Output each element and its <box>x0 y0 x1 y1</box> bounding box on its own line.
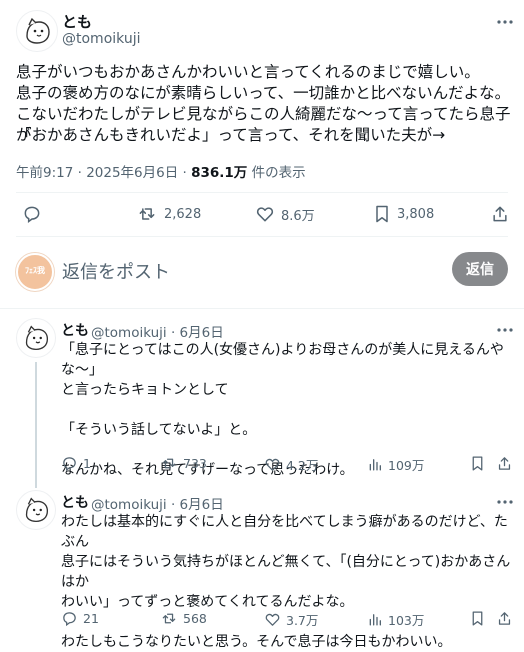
bookmark-button[interactable] <box>470 610 485 627</box>
bookmark-button[interactable] <box>470 455 485 472</box>
reply-author-handle[interactable]: @tomoikuji · 6月6日 <box>91 321 224 341</box>
reply-count: 1 <box>83 456 91 471</box>
heart-icon <box>265 458 280 471</box>
avatar[interactable] <box>16 318 56 358</box>
dog-avatar-icon <box>25 325 49 351</box>
views-button[interactable]: 103万 <box>367 610 424 629</box>
post-text-line-4: 「おかあさんもきれいだよ」って言って、それを聞いた夫が→ <box>16 126 446 144</box>
like-button[interactable]: 8.6万 <box>255 204 315 224</box>
repost-icon <box>162 458 176 469</box>
repost-icon <box>162 613 176 624</box>
share-icon <box>498 612 511 625</box>
share-button[interactable] <box>496 610 513 627</box>
like-count: 8.6万 <box>281 208 315 224</box>
repost-icon <box>139 208 155 220</box>
reply-author-name[interactable]: とも <box>61 320 89 340</box>
repost-count: 2,628 <box>164 206 202 222</box>
author-name[interactable]: とも <box>62 11 92 32</box>
heart-icon <box>256 207 274 222</box>
post-meta: 午前9:17 · 2025年6月6日 · 836.1万 件の表示 <box>16 161 306 181</box>
bookmark-button[interactable]: 3,808 <box>373 204 434 224</box>
reply-count: 21 <box>83 611 99 626</box>
analytics-icon <box>369 459 381 471</box>
reply-composer[interactable]: ﾌｪｽ我 返信をポスト 返信 <box>16 250 508 291</box>
analytics-icon <box>369 614 381 626</box>
my-avatar: ﾌｪｽ我 <box>16 253 54 291</box>
dog-avatar-icon <box>25 497 49 523</box>
bookmark-icon <box>472 611 483 626</box>
view-count: 109万 <box>388 458 425 473</box>
share-icon <box>498 457 511 470</box>
reply-text: わたしは基本的にすぐに人と自分を比べてしまう癖があるのだけど、たぶん 息子にはそ… <box>61 514 511 650</box>
post-text-line-2: 息子の褒め方のなにが素晴らしいって、一切誰かと比べないんだよな。 <box>16 84 511 102</box>
author-handle[interactable]: @tomoikuji <box>62 31 140 47</box>
like-count: 4.2万 <box>286 458 319 473</box>
share-button[interactable] <box>490 204 510 224</box>
reply-button[interactable]: 21 <box>61 610 99 627</box>
avatar[interactable] <box>16 490 56 530</box>
post-text-line-1: 息子がいつもおかあさんかわいいと言ってくれるのまじで嬉しい。 <box>16 63 480 81</box>
avatar-label: ﾌｪｽ我 <box>25 266 45 275</box>
reply-icon <box>63 457 76 472</box>
more-options-icon[interactable] <box>495 12 515 32</box>
like-button[interactable]: 3.7万 <box>264 610 318 629</box>
view-count: 836.1万 <box>191 165 248 181</box>
divider <box>16 236 508 237</box>
more-options-icon[interactable] <box>495 492 515 512</box>
reply-icon <box>63 612 76 627</box>
repost-button[interactable]: 568 <box>160 610 207 627</box>
repost-count: 568 <box>183 611 207 626</box>
divider <box>16 192 508 193</box>
bookmark-icon <box>376 205 388 223</box>
view-count: 103万 <box>388 613 425 628</box>
reply-input[interactable]: 返信をポスト <box>62 258 170 284</box>
repost-count: 733 <box>183 456 207 471</box>
view-suffix: 件の表示 <box>247 165 306 181</box>
repost-button[interactable]: 2,628 <box>136 204 201 224</box>
avatar[interactable] <box>16 10 58 52</box>
heart-icon <box>265 613 280 626</box>
reply-button[interactable]: 1 <box>61 455 91 472</box>
bookmark-icon <box>472 456 483 471</box>
like-button[interactable]: 4.2万 <box>264 455 318 474</box>
like-count: 3.7万 <box>286 613 319 628</box>
share-button[interactable] <box>496 455 513 472</box>
more-options-icon[interactable] <box>495 320 515 340</box>
dog-avatar-icon <box>26 17 50 44</box>
divider <box>0 308 524 309</box>
bookmark-count: 3,808 <box>397 206 435 222</box>
repost-button[interactable]: 733 <box>160 455 207 472</box>
reply-author-name[interactable]: とも <box>61 492 89 512</box>
reply-submit-button[interactable]: 返信 <box>452 252 508 286</box>
views-button[interactable]: 109万 <box>367 455 424 474</box>
thread-line <box>35 362 37 488</box>
reply-author-handle[interactable]: @tomoikuji · 6月6日 <box>91 493 224 513</box>
reply-icon <box>24 206 40 223</box>
reply-button[interactable] <box>22 204 48 224</box>
post-time[interactable]: 午前9:17 · 2025年6月6日 · <box>16 165 191 181</box>
share-icon <box>493 206 507 222</box>
